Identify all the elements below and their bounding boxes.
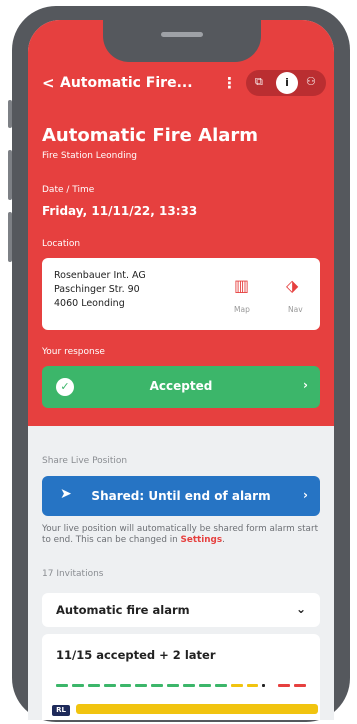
alarm-title: Automatic Fire Alarm: [42, 125, 259, 146]
response-button[interactable]: ✓ Accepted ›: [42, 366, 320, 408]
invitation-status-bar: [56, 684, 310, 688]
navigation-icon: ⬗: [286, 276, 299, 295]
status-segment-accepted: [167, 684, 179, 687]
back-icon[interactable]: <: [42, 74, 55, 92]
map-label: Map: [234, 305, 250, 314]
status-segment-accepted: [135, 684, 148, 687]
settings-link[interactable]: Settings: [181, 535, 223, 545]
datetime-value: Friday, 11/11/22, 13:33: [42, 204, 198, 218]
status-segment-declined: [278, 684, 291, 687]
status-segment-accepted: [214, 684, 227, 687]
share-position-value: Shared: Until end of alarm: [91, 489, 271, 503]
status-segment-accepted: [198, 684, 211, 687]
status-segment-accepted: [87, 684, 100, 687]
address-line: 4060 Leonding: [54, 298, 125, 309]
info-text-end: .: [222, 535, 225, 545]
status-segment-accepted: [103, 684, 116, 687]
response-value: Accepted: [149, 379, 213, 393]
chevron-down-icon: ⌄: [295, 602, 306, 616]
status-segment-accepted: [119, 684, 132, 687]
map-icon: ▥: [234, 276, 250, 295]
status-segment-later: [230, 684, 243, 687]
view-segmented-control: ⧉ i ⚇: [246, 70, 326, 96]
nav-label: Nav: [288, 305, 303, 314]
status-segment-pending: [262, 684, 266, 687]
status-segment-accepted: [183, 684, 195, 687]
people-icon[interactable]: ⚇: [306, 75, 316, 88]
phone-volume-down: [8, 212, 12, 262]
datetime-label: Date / Time: [42, 185, 95, 195]
copy-icon[interactable]: ⧉: [255, 75, 263, 89]
phone-side-button: [8, 100, 12, 128]
share-info-text: Your live position will automatically be…: [42, 524, 324, 546]
response-label: Your response: [42, 347, 105, 357]
location-label: Location: [42, 239, 81, 249]
top-bar: < Automatic Fire... ⋮ ⧉ i ⚇: [28, 70, 334, 96]
role-badge: RL: [52, 705, 70, 716]
phone-notch: [103, 20, 261, 62]
phone-volume-up: [8, 150, 12, 200]
invitation-summary: 11/15 accepted + 2 later: [56, 648, 216, 662]
status-segment-accepted: [151, 684, 164, 687]
dropdown-value: Automatic fire alarm: [56, 603, 190, 617]
more-menu-icon[interactable]: ⋮: [222, 74, 237, 92]
share-position-button[interactable]: ➤ Shared: Until end of alarm ›: [42, 476, 320, 516]
info-icon[interactable]: i: [276, 72, 298, 94]
status-segment-accepted: [71, 684, 84, 687]
status-segment-accepted: [56, 684, 68, 687]
chevron-right-icon: ›: [303, 378, 308, 392]
chevron-right-icon: ›: [303, 488, 308, 502]
alarm-type-dropdown[interactable]: Automatic fire alarm ⌄: [42, 593, 320, 627]
address-line: Paschinger Str. 90: [54, 284, 140, 295]
share-position-label: Share Live Position: [42, 456, 128, 466]
location-card: Rosenbauer Int. AG Paschinger Str. 90 40…: [42, 258, 320, 330]
app-screen: < Automatic Fire... ⋮ ⧉ i ⚇ Automatic Fi…: [28, 20, 334, 720]
notch-speaker: [161, 32, 203, 37]
status-segment-later: [246, 684, 259, 687]
status-segment-declined: [294, 684, 306, 687]
header-title: Automatic Fire...: [60, 75, 193, 91]
invitations-label: 17 Invitations: [42, 569, 104, 579]
station-name: Fire Station Leonding: [42, 151, 138, 161]
availability-bar: [76, 704, 318, 714]
invitation-summary-card: 11/15 accepted + 2 later RL: [42, 634, 320, 720]
address-line: Rosenbauer Int. AG: [54, 270, 146, 281]
